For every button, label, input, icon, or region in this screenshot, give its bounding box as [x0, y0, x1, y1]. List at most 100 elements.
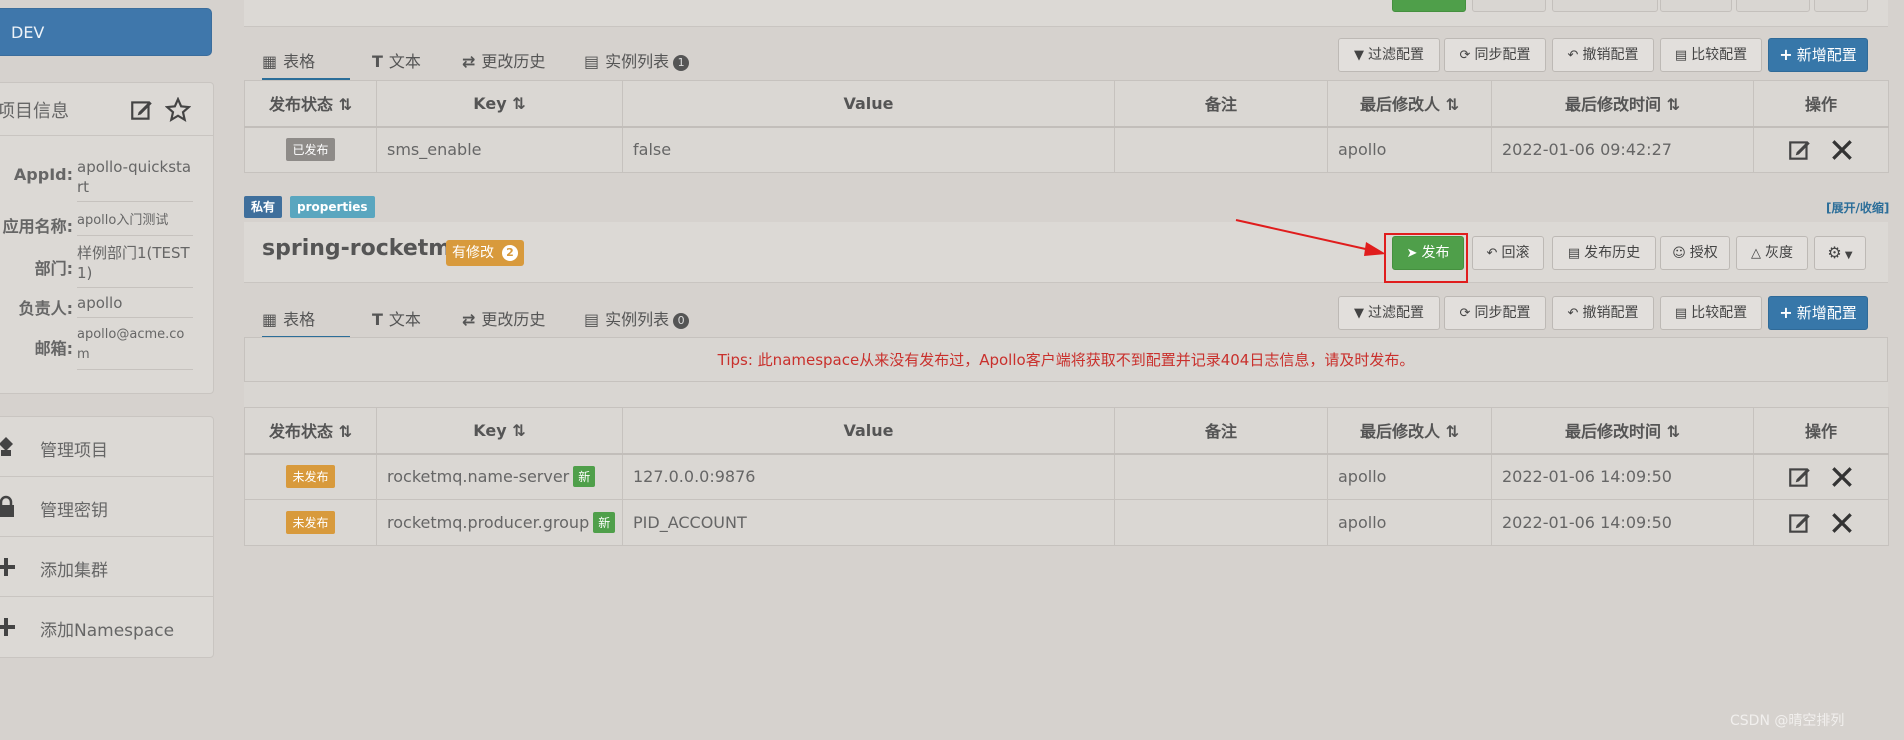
history-button-partial[interactable]	[1552, 0, 1658, 12]
menu-manage-project[interactable]: 管理项目	[0, 417, 213, 477]
text-icon: T	[372, 52, 383, 71]
ns1-tab-table[interactable]: ▦ 表格	[262, 48, 350, 81]
ns1-add-button[interactable]: + 新增配置	[1768, 38, 1868, 72]
ns1-revoke-button[interactable]: ↶ 撤销配置	[1552, 38, 1654, 72]
btn-label: 同步配置	[1474, 305, 1531, 321]
delete-icon[interactable]	[1829, 510, 1855, 536]
namespace-title: spring-rocketmq	[262, 236, 467, 261]
instance-count-badge: 1	[673, 55, 690, 71]
email-value: apollo@acme.com	[77, 325, 193, 370]
delete-icon[interactable]	[1829, 137, 1855, 163]
env-dev-button[interactable]: DEV	[0, 8, 212, 56]
ns1-tab-text[interactable]: T 文本	[372, 48, 421, 78]
col-status[interactable]: 发布状态 ⇅	[244, 407, 377, 455]
ns2-revoke-button[interactable]: ↶ 撤销配置	[1552, 296, 1654, 330]
settings-dropdown-button[interactable]: ⚙ ▼	[1814, 236, 1866, 270]
sort-icon: ⇅	[1666, 422, 1680, 442]
gray-release-button[interactable]: △ 灰度	[1736, 236, 1808, 270]
settings-button-partial[interactable]	[1814, 0, 1868, 12]
status-badge: 未发布	[286, 465, 335, 489]
col-key[interactable]: Key ⇅	[376, 80, 623, 128]
appid-value: apollo-quickstart	[77, 157, 193, 202]
sort-icon: ⇅	[512, 93, 526, 113]
col-modifier[interactable]: 最后修改人 ⇅	[1327, 407, 1492, 455]
server-icon: ▤	[584, 52, 600, 71]
file-icon: ▤	[1674, 306, 1688, 321]
row-modifier: apollo	[1327, 126, 1492, 173]
sort-icon: ⇅	[1445, 95, 1459, 115]
ns2-tab-history[interactable]: ⇄ 更改历史	[462, 306, 545, 336]
ns2-filter-button[interactable]: ▼ 过滤配置	[1338, 296, 1440, 330]
edit-icon[interactable]	[1787, 137, 1813, 163]
btn-label: 发布历史	[1584, 245, 1641, 261]
row-key: sms_enable	[376, 126, 623, 173]
ns1-tab-history[interactable]: ⇄ 更改历史	[462, 48, 545, 78]
owner-value: apollo	[77, 293, 193, 318]
tab-label: 文本	[388, 52, 421, 71]
col-key[interactable]: Key ⇅	[376, 407, 623, 455]
menu-add-namespace[interactable]: 添加Namespace	[0, 597, 213, 657]
auth-button[interactable]: ☺ 授权	[1660, 236, 1730, 270]
divider	[0, 135, 213, 136]
table-header-row: 发布状态 ⇅ Key ⇅ Value 备注 最后修改人 ⇅ 最后修改时间 ⇅ 操…	[244, 407, 1889, 455]
tab-label: 实例列表	[605, 52, 670, 71]
edit-icon[interactable]	[1787, 510, 1813, 536]
edit-icon[interactable]	[1787, 464, 1813, 490]
col-modifier[interactable]: 最后修改人 ⇅	[1327, 80, 1492, 128]
rollback-button[interactable]: ↶ 回滚	[1472, 236, 1544, 270]
btn-label: 发布	[1421, 245, 1450, 261]
text-icon: T	[372, 310, 383, 329]
menu-label: 添加Namespace	[40, 621, 175, 641]
ns2-tab-instances[interactable]: ▤ 实例列表 0	[584, 306, 690, 336]
format-tag: properties	[290, 196, 375, 218]
sort-icon: ⇅	[338, 422, 352, 442]
ns2-compare-button[interactable]: ▤ 比较配置	[1660, 296, 1762, 330]
ns2-tab-table[interactable]: ▦ 表格	[262, 306, 350, 339]
tab-label: 更改历史	[481, 310, 546, 329]
swap-icon: ⇄	[462, 52, 476, 71]
row-time: 2022-01-06 09:42:27	[1491, 126, 1754, 173]
col-status[interactable]: 发布状态 ⇅	[244, 80, 377, 128]
delete-icon[interactable]	[1829, 464, 1855, 490]
owner-label: 负责人:	[18, 299, 73, 318]
expand-collapse-link[interactable]: [展开/收缩]	[1826, 199, 1889, 216]
project-info-panel: 项目信息 AppId: apollo-quickstart 应用名称: apol…	[0, 82, 214, 394]
tab-label: 表格	[283, 52, 316, 71]
btn-label: 新增配置	[1796, 46, 1857, 64]
publish-button-partial[interactable]	[1392, 0, 1466, 12]
gray-button-partial[interactable]	[1736, 0, 1810, 12]
plus-icon: +	[1779, 45, 1793, 64]
edit-icon[interactable]	[129, 97, 155, 123]
ns2-tab-text[interactable]: T 文本	[372, 306, 421, 336]
star-icon[interactable]	[165, 97, 191, 123]
publish-history-button[interactable]: ▤ 发布历史	[1552, 236, 1656, 270]
ns1-tab-instances[interactable]: ▤ 实例列表 1	[584, 48, 690, 78]
menu-add-cluster[interactable]: 添加集群	[0, 537, 213, 597]
ns1-sync-button[interactable]: ⟳ 同步配置	[1444, 38, 1546, 72]
rollback-button-partial[interactable]	[1472, 0, 1546, 12]
sort-icon: ⇅	[338, 95, 352, 115]
ns2-add-button[interactable]: + 新增配置	[1768, 296, 1868, 330]
row-modifier: apollo	[1327, 499, 1492, 546]
row-value: PID_ACCOUNT	[622, 499, 1115, 546]
ns1-compare-button[interactable]: ▤ 比较配置	[1660, 38, 1762, 72]
publish-button[interactable]: ➤ 发布	[1392, 236, 1464, 270]
tab-label: 更改历史	[481, 52, 546, 71]
appname-label: 应用名称:	[2, 217, 73, 236]
user-icon: ☺	[1672, 246, 1686, 261]
tab-label: 文本	[388, 310, 421, 329]
undo-icon: ↶	[1567, 306, 1579, 321]
undo-icon: ↶	[1567, 48, 1579, 63]
table-icon: ▦	[262, 52, 278, 71]
menu-manage-secret[interactable]: 管理密钥	[0, 477, 213, 537]
ns2-sync-button[interactable]: ⟳ 同步配置	[1444, 296, 1546, 330]
ns1-config-table: 发布状态 ⇅ Key ⇅ Value 备注 最后修改人 ⇅ 最后修改时间 ⇅ 操…	[244, 80, 1889, 173]
btn-label: 同步配置	[1474, 47, 1531, 63]
btn-label: 回滚	[1501, 245, 1530, 261]
col-time[interactable]: 最后修改时间 ⇅	[1491, 407, 1754, 455]
auth-button-partial[interactable]	[1660, 0, 1732, 12]
ns1-filter-button[interactable]: ▼ 过滤配置	[1338, 38, 1440, 72]
plus-icon	[0, 558, 15, 576]
col-time[interactable]: 最后修改时间 ⇅	[1491, 80, 1754, 128]
menu-label: 添加集群	[40, 561, 108, 581]
